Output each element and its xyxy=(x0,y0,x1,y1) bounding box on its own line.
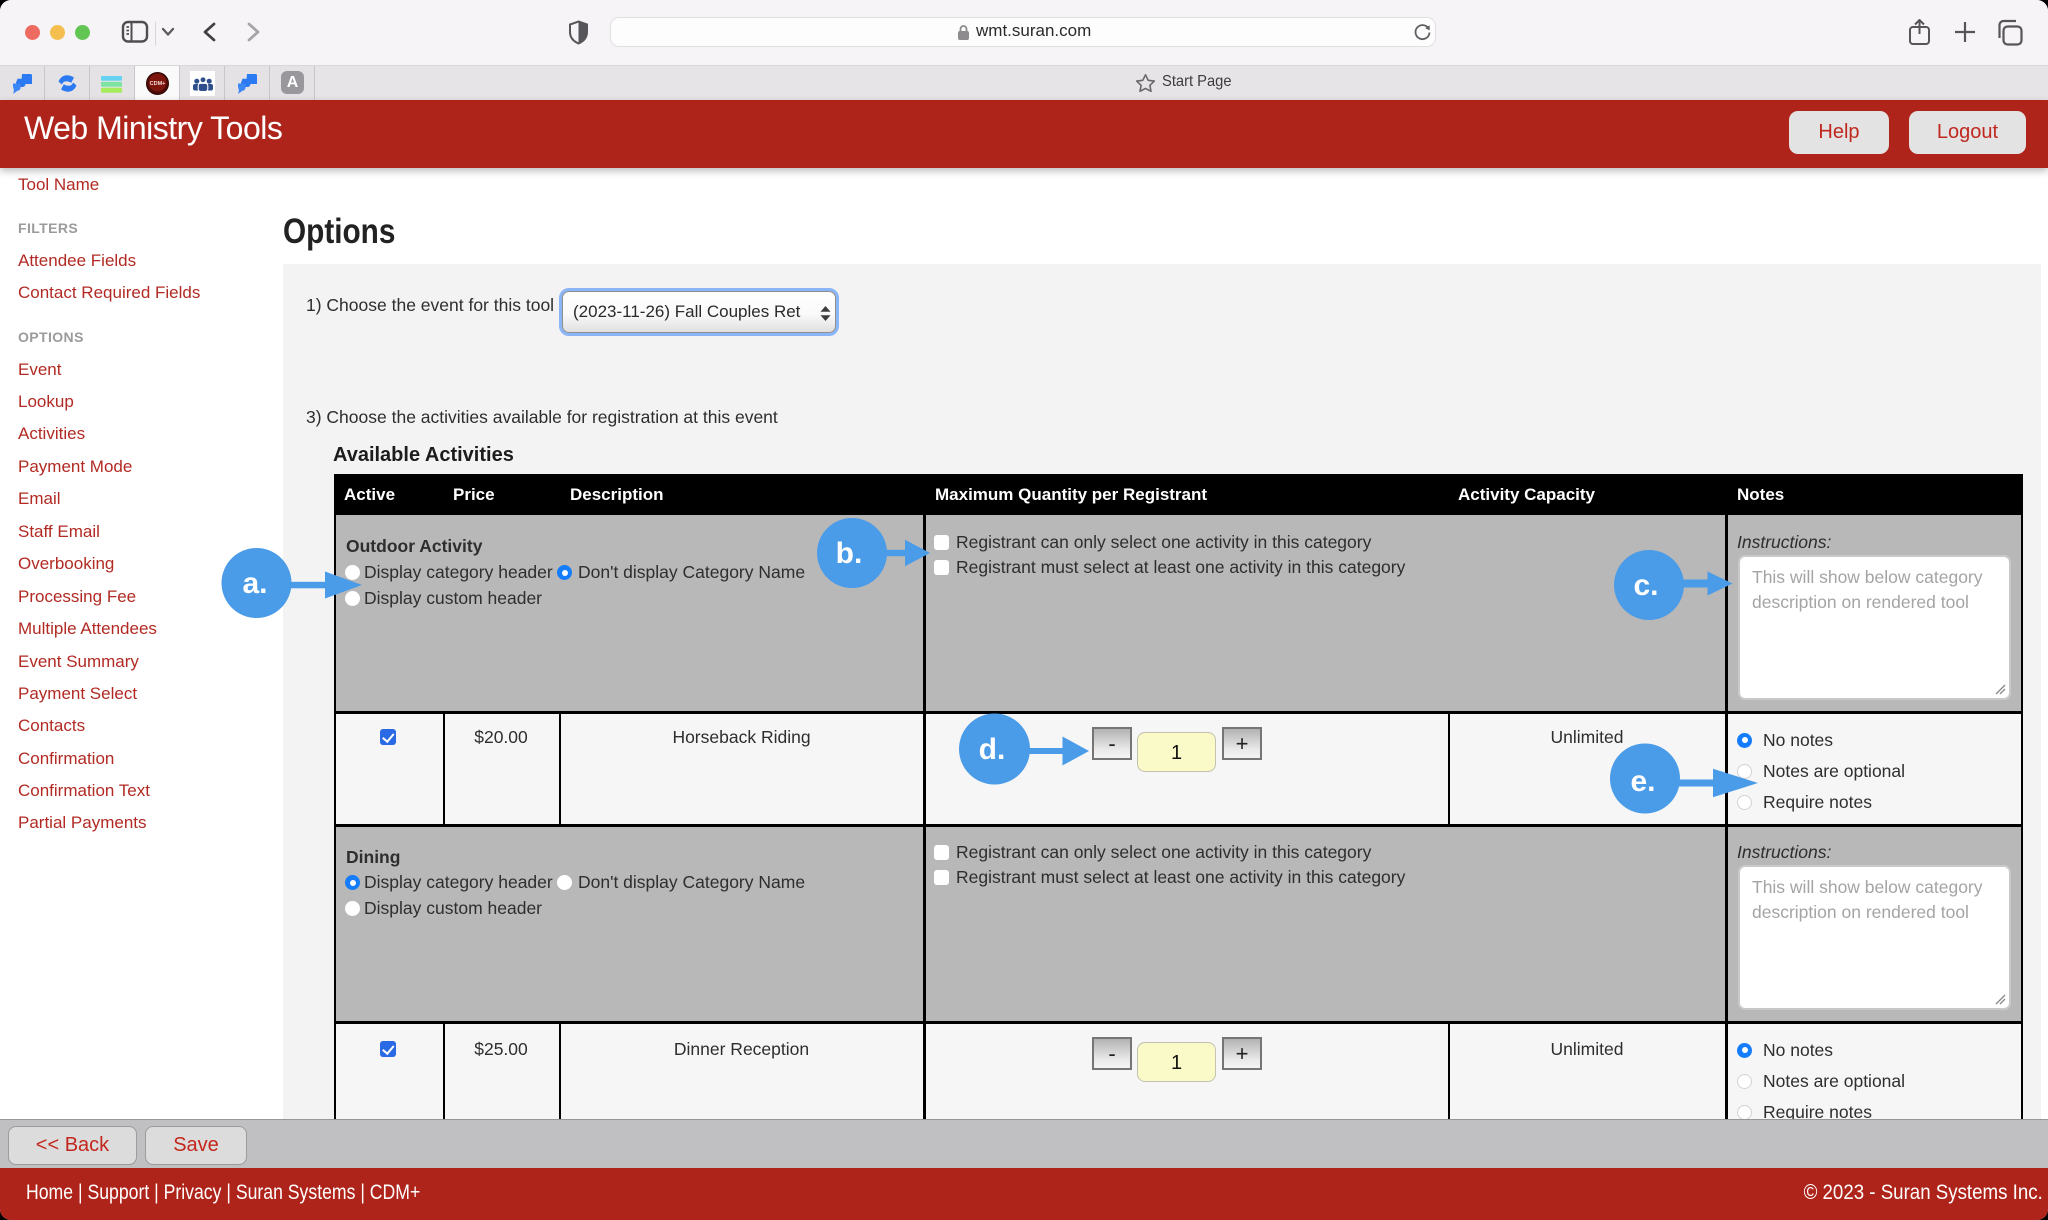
svg-text:e.: e. xyxy=(1630,765,1655,798)
svg-text:b.: b. xyxy=(836,537,863,570)
svg-text:d.: d. xyxy=(979,733,1006,766)
svg-text:a.: a. xyxy=(242,567,267,600)
svg-text:c.: c. xyxy=(1633,569,1658,602)
